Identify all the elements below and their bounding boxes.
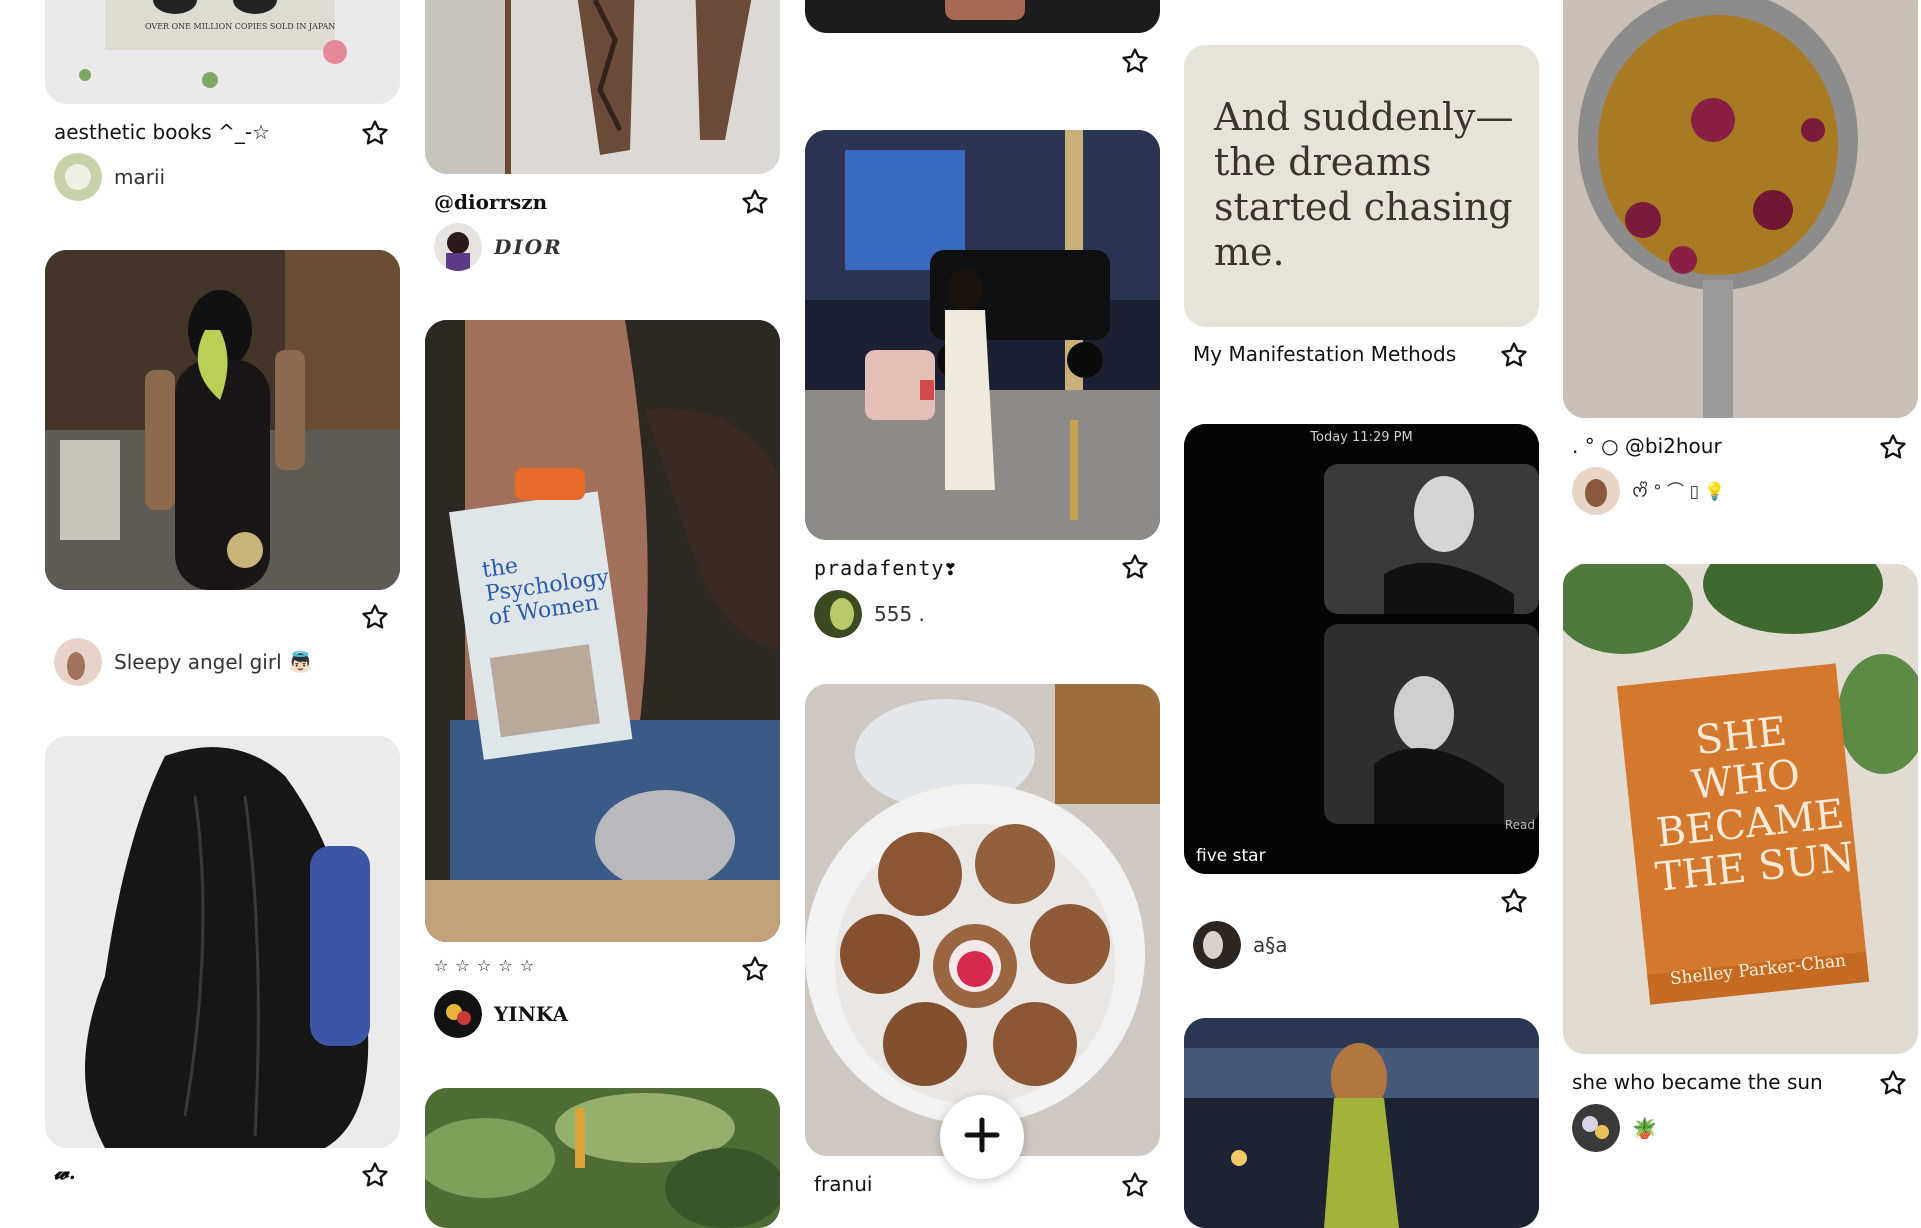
pin-image[interactable]: SHE WHO BECAME THE SUN Shelley Parker-Ch…	[1563, 564, 1918, 1054]
pin-image[interactable]	[805, 0, 1160, 33]
star-icon[interactable]	[1120, 46, 1150, 76]
pin-owner[interactable]: ᰔᩚ ° ⌒ ▯ 💡	[1572, 467, 1726, 515]
owner-name: Sleepy angel girl 👼🏻	[114, 650, 313, 674]
owner-name: a§a	[1253, 933, 1288, 957]
pin-title[interactable]: . ° ○ @bi2hour	[1572, 434, 1722, 458]
kitchen-photo	[45, 250, 400, 590]
star-icon[interactable]	[1878, 432, 1908, 462]
avatar	[54, 153, 102, 201]
pin-image[interactable]: the Psychology of Women	[425, 320, 780, 942]
quote-text: And suddenly— the dreams started chasing…	[1214, 95, 1514, 274]
owner-name: DIOR	[494, 235, 563, 259]
book-cover-photo	[45, 0, 400, 104]
rose-tea-spoon-photo	[1563, 0, 1918, 418]
avatar	[1193, 921, 1241, 969]
pin-title[interactable]: pradafenty❣	[814, 556, 957, 580]
star-icon[interactable]	[1499, 886, 1529, 916]
star-icon[interactable]	[740, 187, 770, 217]
pin-image[interactable]	[805, 684, 1160, 1156]
chocolate-cup-photo	[805, 684, 1160, 1156]
dark-photo	[805, 0, 1160, 33]
avatar	[434, 990, 482, 1038]
book-cover-text: OVER ONE MILLION COPIES SOLD IN JAPAN	[145, 22, 336, 31]
avatar	[1572, 467, 1620, 515]
pin-owner[interactable]: 555 .	[814, 590, 925, 638]
plus-icon	[962, 1115, 1002, 1159]
star-icon[interactable]	[360, 118, 390, 148]
pin-image[interactable]	[45, 250, 400, 590]
pin-badge: five star	[1196, 846, 1266, 866]
avatar	[814, 590, 862, 638]
read-receipt: Read	[1504, 818, 1535, 832]
message-timestamp: Today 11:29 PM	[1310, 430, 1413, 445]
pin-owner[interactable]: a§a	[1193, 921, 1288, 969]
book-on-lap-photo	[425, 320, 780, 942]
avatar	[54, 638, 102, 686]
pin-owner[interactable]: 🪴	[1572, 1104, 1657, 1152]
book-title-text: SHE WHO BECAME THE SUN	[1653, 708, 1857, 901]
star-icon[interactable]	[360, 602, 390, 632]
pin-owner[interactable]: YINKA	[434, 990, 568, 1038]
pin-image[interactable]	[45, 736, 400, 1148]
street-night-photo	[805, 130, 1160, 540]
owner-name: ᰔᩚ ° ⌒ ▯ 💡	[1632, 481, 1726, 502]
avatar	[434, 223, 482, 271]
tropical-plants-photo	[425, 1088, 780, 1228]
pin-owner[interactable]: marii	[54, 153, 165, 201]
legs-tattoo-photo	[425, 0, 780, 174]
pin-owner[interactable]: DIOR	[434, 223, 563, 271]
pin-image[interactable]	[425, 0, 780, 174]
add-button[interactable]	[940, 1095, 1024, 1179]
pin-title[interactable]: aesthetic books ^_-☆	[54, 120, 270, 144]
star-icon[interactable]	[1499, 340, 1529, 370]
owner-name: YINKA	[494, 1002, 569, 1026]
pin-image[interactable]: OVER ONE MILLION COPIES SOLD IN JAPAN	[45, 0, 400, 104]
pin-title[interactable]: she who became the sun	[1572, 1070, 1823, 1094]
star-icon[interactable]	[1120, 552, 1150, 582]
pin-image[interactable]: And suddenly— the dreams started chasing…	[1184, 45, 1539, 327]
star-icon[interactable]	[1120, 1170, 1150, 1200]
pin-image[interactable]	[805, 130, 1160, 540]
star-icon[interactable]	[1878, 1068, 1908, 1098]
pin-image[interactable]	[1563, 0, 1918, 418]
message-screenshot-photo	[1184, 424, 1539, 874]
pin-title[interactable]: @diorrszn	[434, 190, 547, 214]
pin-title[interactable]: franui	[814, 1172, 872, 1196]
pin-image[interactable]	[425, 1088, 780, 1228]
pin-owner[interactable]: Sleepy angel girl 👼🏻	[54, 638, 313, 686]
star-icon[interactable]	[360, 1160, 390, 1190]
pin-image[interactable]: Today 11:29 PM Read five star	[1184, 424, 1539, 874]
owner-name: 555 .	[874, 602, 925, 626]
avatar	[1572, 1104, 1620, 1152]
owner-name: 🪴	[1632, 1116, 1657, 1140]
long-hair-photo	[45, 736, 400, 1148]
star-icon[interactable]	[740, 954, 770, 984]
pin-title[interactable]: ☆ ☆ ☆ ☆ ☆	[434, 956, 535, 975]
pin-title[interactable]: My Manifestation Methods	[1193, 342, 1456, 366]
owner-name: marii	[114, 165, 166, 189]
pin-title[interactable]: 𝔀.	[54, 1160, 76, 1184]
